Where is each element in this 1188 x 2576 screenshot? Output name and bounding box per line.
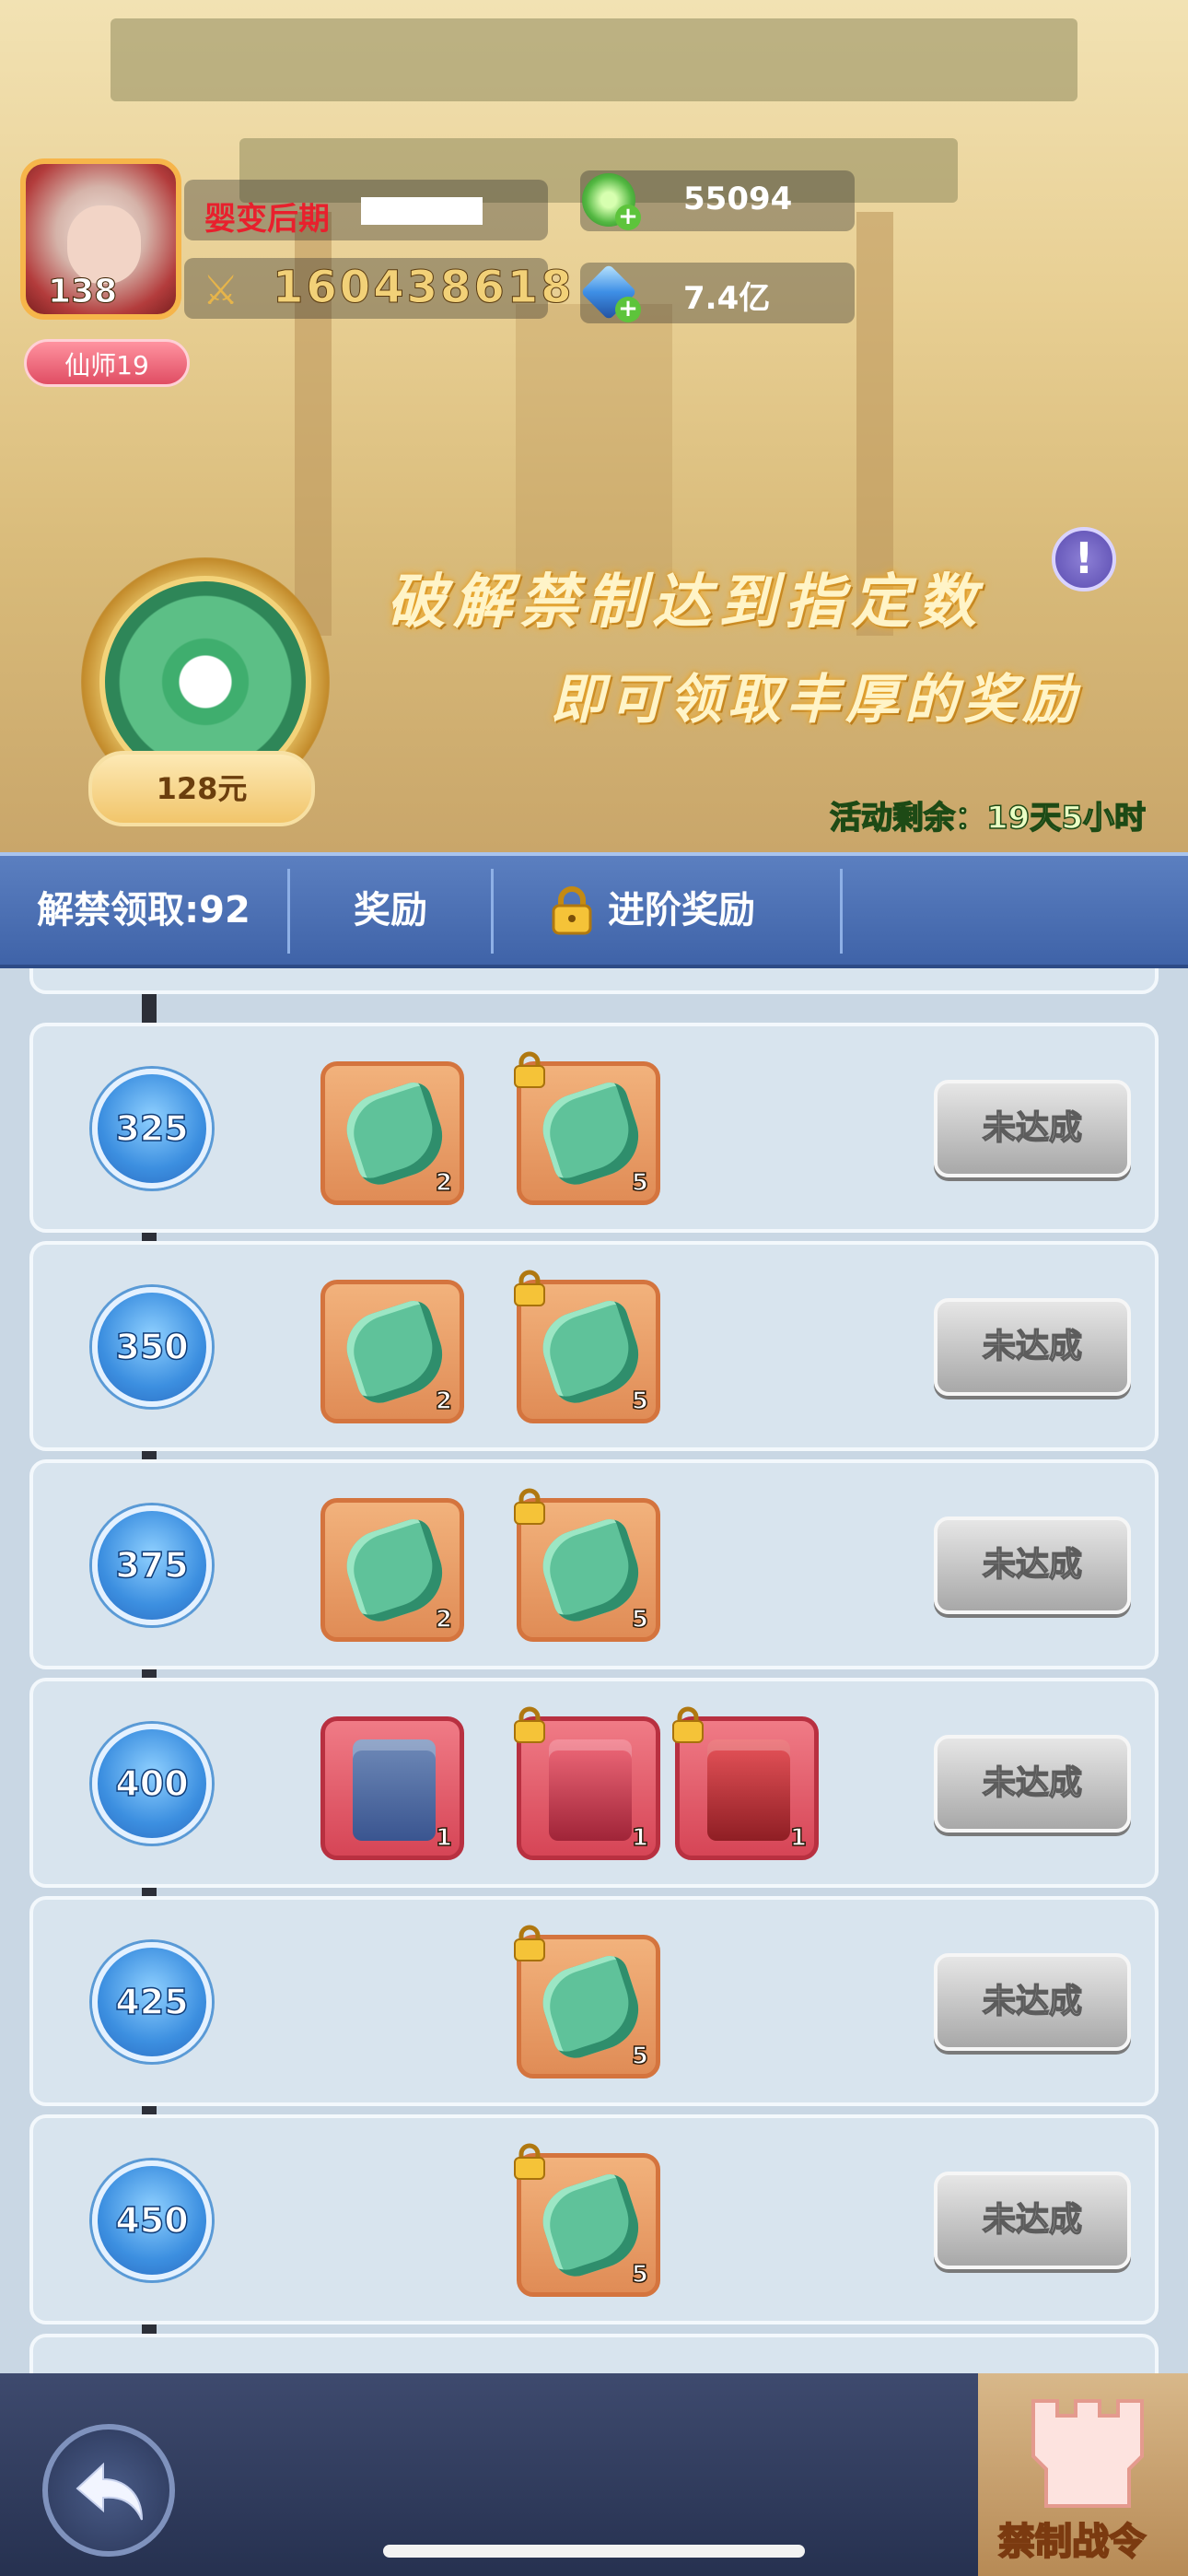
item-count: 2 <box>435 1387 453 1416</box>
claim-status-button[interactable]: 未达成 <box>934 1080 1131 1177</box>
tower-icon <box>1031 2399 1144 2508</box>
item-count: 5 <box>631 2260 649 2289</box>
claim-status-button[interactable]: 未达成 <box>934 1953 1131 2051</box>
reward-row-partial <box>29 968 1159 994</box>
milestone-value: 325 <box>115 1107 190 1150</box>
reward-row: 375 2 5 未达成 <box>29 1459 1159 1669</box>
add-crystal-icon[interactable]: + <box>615 297 641 322</box>
reward-row: 325 2 5 未达成 <box>29 1023 1159 1233</box>
crystal-amount: 7.4亿 <box>683 280 771 317</box>
milestone-node: 400 <box>92 1724 212 1844</box>
milestone-node: 325 <box>92 1069 212 1188</box>
milestone-value: 425 <box>115 1981 190 2023</box>
item-count: 5 <box>631 1387 649 1416</box>
red-box-icon <box>549 1739 632 1841</box>
item-count: 5 <box>631 1605 649 1634</box>
reward-row: 450 5 未达成 <box>29 2114 1159 2324</box>
combat-power: 160438618 <box>273 262 575 314</box>
player-name-redacted <box>361 197 483 225</box>
reward-row: 350 2 5 未达成 <box>29 1241 1159 1451</box>
lock-icon <box>514 1051 545 1088</box>
promo-line-1: 破解禁制达到指定数 <box>387 568 984 637</box>
reward-row: 400 1 1 1 未达成 <box>29 1678 1159 1888</box>
milestone-value: 375 <box>115 1544 190 1587</box>
temple-roof <box>111 18 1077 101</box>
claim-status-button[interactable]: 未达成 <box>934 1298 1131 1396</box>
blue-box-icon <box>353 1739 436 1841</box>
lock-icon <box>514 1925 545 1961</box>
item-count: 1 <box>631 1823 649 1853</box>
jade-amount: 55094 <box>683 181 793 217</box>
player-level: 138 <box>47 273 118 311</box>
lock-icon <box>514 2143 545 2180</box>
item-count: 1 <box>789 1823 808 1853</box>
red-altar-icon <box>707 1739 790 1841</box>
lock-icon <box>514 1270 545 1306</box>
tab-reward[interactable]: 奖励 <box>290 856 491 965</box>
reward-item-jade[interactable]: 2 <box>320 1061 464 1205</box>
reward-item-jade[interactable]: 2 <box>320 1280 464 1423</box>
milestone-value: 350 <box>115 1326 190 1368</box>
milestone-node: 375 <box>92 1505 212 1625</box>
title-badge[interactable]: 仙师19 <box>24 339 190 387</box>
tab-bar: 解禁领取:92 奖励 进阶奖励 <box>0 852 1188 968</box>
time-remaining: 活动剩余：19天5小时 <box>829 799 1146 837</box>
reward-item-blue-box[interactable]: 1 <box>320 1716 464 1860</box>
reward-item-jade[interactable]: 2 <box>320 1498 464 1642</box>
player-realm: 婴变后期 <box>204 201 330 238</box>
milestone-value: 450 <box>115 2199 190 2242</box>
tab-divider <box>840 869 843 954</box>
battle-pass-label: 禁制战令 <box>997 2520 1147 2564</box>
milestone-value: 400 <box>115 1762 190 1805</box>
purchase-price-button[interactable]: 128元 <box>88 751 315 826</box>
crossed-swords-icon: ⚔ <box>203 267 239 314</box>
item-count: 5 <box>631 2042 649 2071</box>
lock-icon <box>514 1706 545 1743</box>
item-count: 5 <box>631 1168 649 1198</box>
claim-status-button[interactable]: 未达成 <box>934 2172 1131 2269</box>
back-arrow-icon <box>76 2462 143 2521</box>
reward-row-partial <box>29 2334 1159 2373</box>
help-icon[interactable]: ! <box>1052 527 1116 591</box>
claim-status-button[interactable]: 未达成 <box>934 1516 1131 1614</box>
lock-icon <box>552 886 592 935</box>
back-button[interactable] <box>42 2424 175 2557</box>
reward-list[interactable]: 325 2 5 未达成 350 2 5 未达成 375 2 5 未达成 400 1 1 1 未达成 425 5 未达成… <box>0 968 1188 2373</box>
home-indicator <box>383 2545 805 2558</box>
add-jade-icon[interactable]: + <box>615 205 641 230</box>
lock-icon <box>514 1488 545 1525</box>
milestone-node: 450 <box>92 2160 212 2280</box>
item-count: 2 <box>435 1605 453 1634</box>
lock-icon <box>672 1706 704 1743</box>
item-count: 1 <box>435 1823 453 1853</box>
tab-divider <box>491 869 494 954</box>
milestone-node: 350 <box>92 1287 212 1407</box>
milestone-node: 425 <box>92 1942 212 2062</box>
tab-unlock-count: 解禁领取:92 <box>37 889 250 931</box>
reward-row: 425 5 未达成 <box>29 1896 1159 2106</box>
promo-line-2: 即可领取丰厚的奖励 <box>551 668 1082 731</box>
claim-status-button[interactable]: 未达成 <box>934 1735 1131 1832</box>
item-count: 2 <box>435 1168 453 1198</box>
tab-advanced-reward[interactable]: 进阶奖励 <box>608 856 820 965</box>
